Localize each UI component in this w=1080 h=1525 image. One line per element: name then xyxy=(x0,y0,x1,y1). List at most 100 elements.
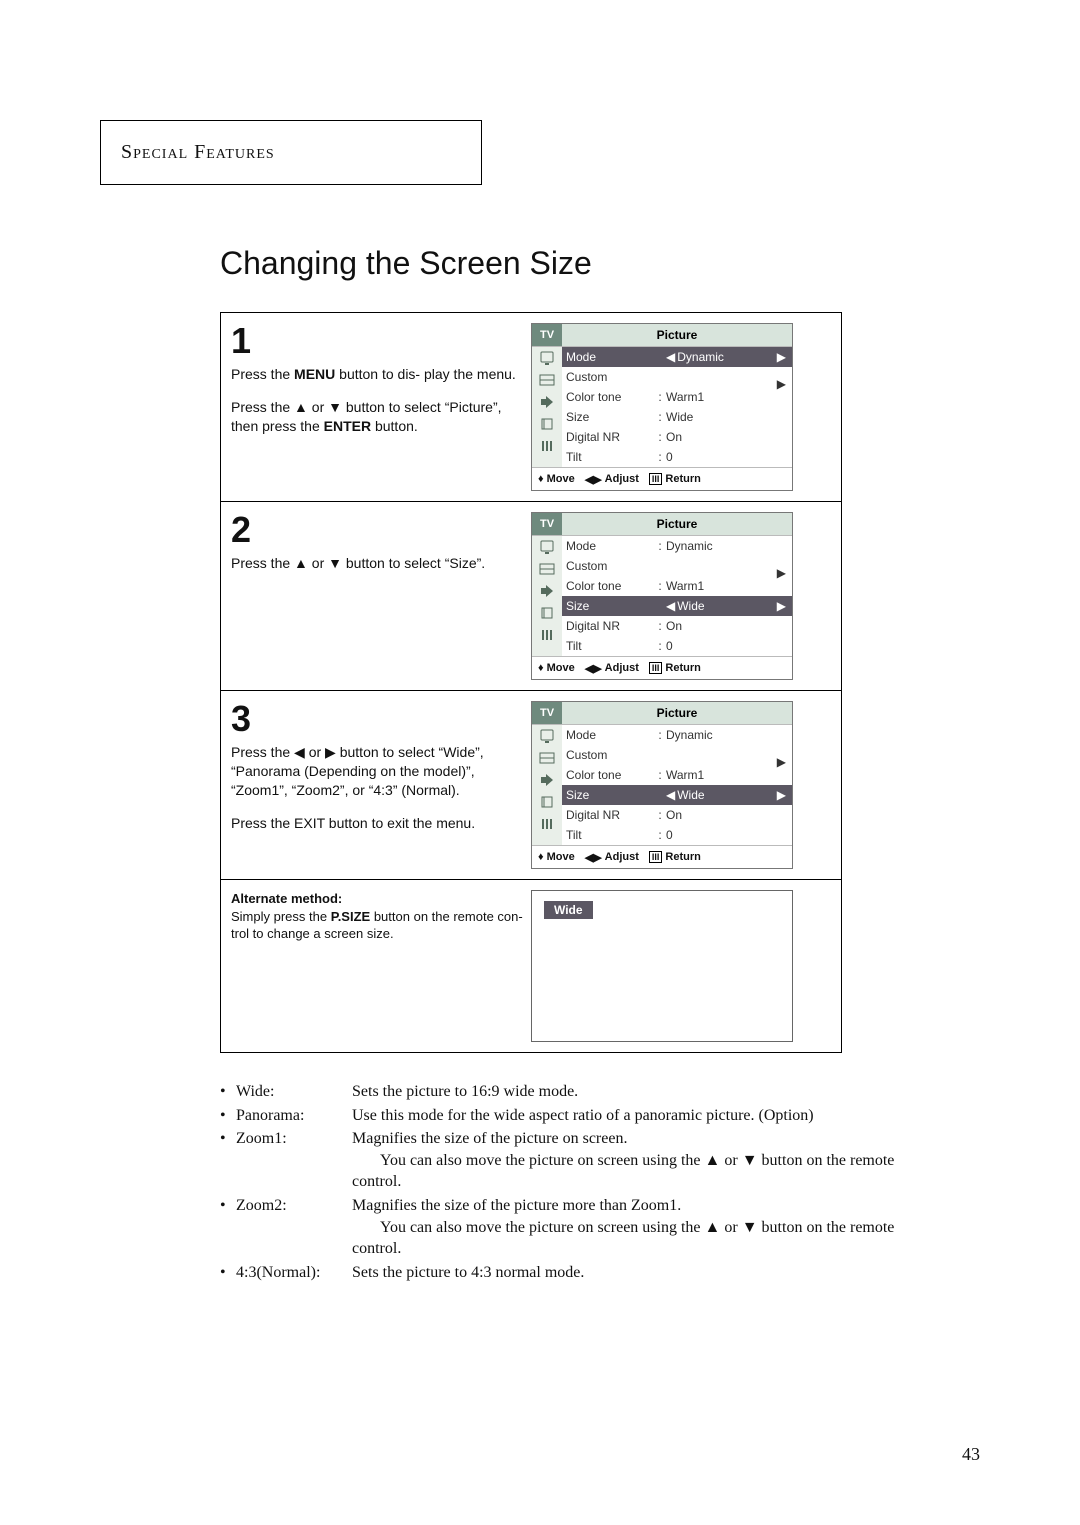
picture-icon xyxy=(537,727,557,745)
val: On xyxy=(666,619,788,633)
size-indicator-pill: Wide xyxy=(544,901,593,919)
lbl: Mode xyxy=(566,539,654,553)
steps-container: 1 Press the MENU button to dis- play the… xyxy=(220,312,842,1053)
return-icon: III xyxy=(649,473,663,485)
lbl: Color tone xyxy=(566,390,654,404)
footer-adjust: ◀▶Adjust xyxy=(585,473,639,486)
osd-menu: TV Picture Mode xyxy=(531,512,793,680)
down-triangle-icon: ▼ xyxy=(742,1152,758,1169)
val: 0 xyxy=(666,828,788,842)
page-number: 43 xyxy=(962,1444,980,1465)
t: or xyxy=(308,555,328,571)
osd-footer: ♦Move ◀▶Adjust IIIReturn xyxy=(532,845,792,868)
page: Special Features Changing the Screen Siz… xyxy=(0,0,1080,1525)
osd-menu: TV Picture Mode xyxy=(531,701,793,869)
function-icon xyxy=(537,415,557,433)
def-panorama: • Panorama: Use this mode for the wide a… xyxy=(220,1105,940,1127)
right-triangle-icon: ▶ xyxy=(777,377,786,391)
osd-row-tilt: Tilt : 0 xyxy=(562,636,792,656)
osd-row-colortone: Color tone : Warm1 xyxy=(562,576,792,596)
footer-return: IIIReturn xyxy=(649,851,701,863)
down-triangle-icon: ▼ xyxy=(328,399,342,415)
osd-row-digitalnr: Digital NR : On xyxy=(562,805,792,825)
bullet-icon: • xyxy=(220,1262,236,1284)
lbl: Digital NR xyxy=(566,619,654,633)
val: Warm1 xyxy=(666,579,788,593)
osd-row-size: Size ◀Wide▶ xyxy=(562,785,792,805)
osd-row-size: Size : Wide xyxy=(562,407,792,427)
lbl: Custom xyxy=(566,748,654,762)
osd-row-digitalnr: Digital NR : On xyxy=(562,616,792,636)
step-3-number: 3 xyxy=(231,701,525,737)
t: Magnifies the size of the picture on scr… xyxy=(352,1128,940,1150)
val: On xyxy=(666,430,788,444)
footer-move: ♦Move xyxy=(538,851,575,863)
t: Adjust xyxy=(605,851,639,863)
t: P.SIZE xyxy=(331,909,371,924)
term: Wide: xyxy=(236,1081,352,1103)
t: Adjust xyxy=(605,662,639,674)
t: or xyxy=(720,1152,741,1169)
t: Press the EXIT button to exit the menu. xyxy=(231,814,525,833)
leftright-icon: ◀▶ xyxy=(585,473,602,486)
t: Press the xyxy=(231,366,294,382)
tv-tab: TV xyxy=(532,324,562,346)
right-triangle-icon: ▶ xyxy=(777,599,786,613)
channel-icon xyxy=(537,582,557,600)
footer-return: IIIReturn xyxy=(649,662,701,674)
val: Wide xyxy=(677,599,704,613)
def-zoom1: • Zoom1: Magnifies the size of the pictu… xyxy=(220,1128,940,1193)
tv-tab: TV xyxy=(532,702,562,724)
t: Move xyxy=(547,473,575,485)
lbl: Custom xyxy=(566,559,654,573)
footer-adjust: ◀▶Adjust xyxy=(585,851,639,864)
osd-sidebar-icons xyxy=(532,536,562,656)
tv-tab: TV xyxy=(532,513,562,535)
function-icon xyxy=(537,604,557,622)
term: Zoom1: xyxy=(236,1128,352,1193)
osd-row-custom: Custom ▶ xyxy=(562,556,792,576)
left-triangle-icon: ◀ xyxy=(666,350,675,364)
sound-icon xyxy=(537,560,557,578)
val: Dynamic xyxy=(677,350,724,364)
t: Press the xyxy=(231,744,294,760)
t: ENTER xyxy=(324,418,371,434)
term: 4:3(Normal): xyxy=(236,1262,352,1284)
footer-move: ♦Move xyxy=(538,473,575,485)
t: MENU xyxy=(294,366,335,382)
lbl: Size xyxy=(566,788,654,802)
up-triangle-icon: ▲ xyxy=(294,399,308,415)
lbl: Size xyxy=(566,599,654,613)
bullet-icon: • xyxy=(220,1081,236,1103)
lbl: Custom xyxy=(566,370,654,384)
t: Press the xyxy=(231,399,294,415)
right-triangle-icon: ▶ xyxy=(777,788,786,802)
lbl: Digital NR xyxy=(566,430,654,444)
leftright-icon: ◀▶ xyxy=(585,851,602,864)
osd-footer: ♦Move ◀▶Adjust IIIReturn xyxy=(532,656,792,679)
footer-move: ♦Move xyxy=(538,662,575,674)
osd-row-mode: Mode : Dynamic xyxy=(562,536,792,556)
sound-icon xyxy=(537,371,557,389)
lbl: Size xyxy=(566,410,654,424)
t: Return xyxy=(665,473,700,485)
osd-title: Picture xyxy=(562,324,792,346)
val: 0 xyxy=(666,639,788,653)
val: Wide xyxy=(677,788,704,802)
screen-preview: Wide xyxy=(531,890,793,1042)
lbl: Color tone xyxy=(566,768,654,782)
t: Return xyxy=(665,662,700,674)
t: Move xyxy=(547,851,575,863)
t: Simply press the xyxy=(231,909,331,924)
return-icon: III xyxy=(649,851,663,863)
osd-title: Picture xyxy=(562,513,792,535)
setup-icon xyxy=(537,437,557,455)
channel-icon xyxy=(537,393,557,411)
osd-sidebar-icons xyxy=(532,725,562,845)
t: You can also move the picture on screen … xyxy=(380,1219,705,1236)
t: Adjust xyxy=(605,473,639,485)
bullet-icon: • xyxy=(220,1195,236,1260)
t: button to dis- play the menu. xyxy=(335,366,516,382)
step-3-text: 3 Press the ◀ or ▶ button to select “Wid… xyxy=(231,701,531,869)
alt-heading: Alternate method: xyxy=(231,890,525,908)
